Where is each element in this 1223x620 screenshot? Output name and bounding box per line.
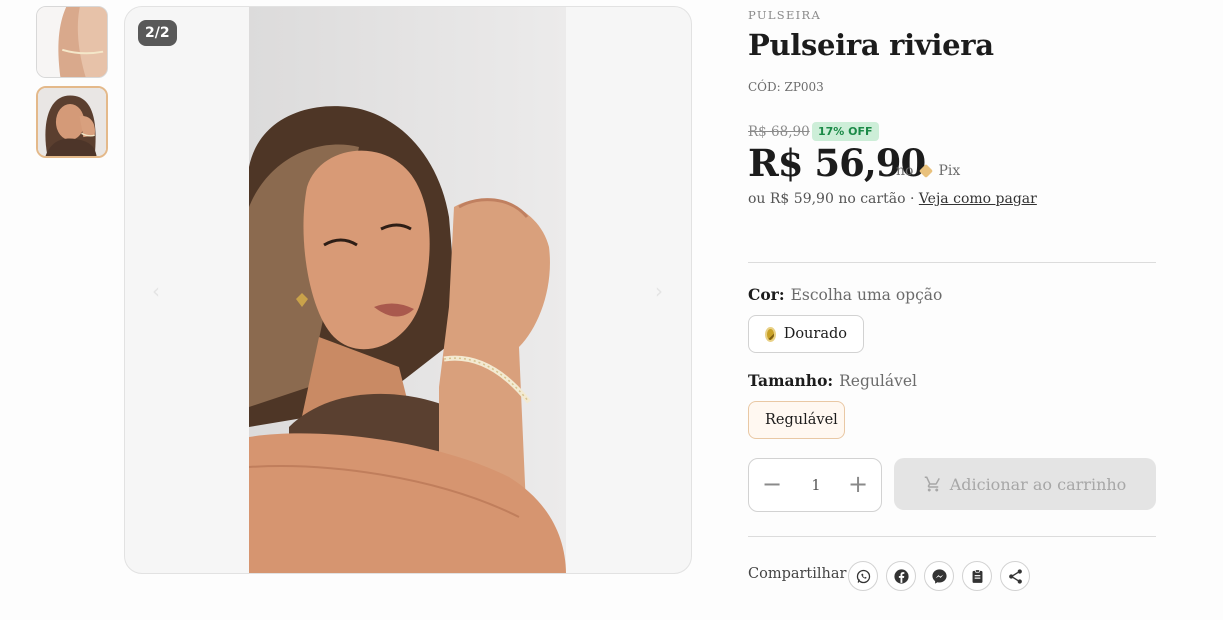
discount-badge: 17% OFF (812, 122, 879, 141)
payment-options-link[interactable]: Veja como pagar (919, 191, 1037, 207)
messenger-share-button[interactable] (924, 561, 954, 591)
whatsapp-icon (856, 569, 870, 583)
size-value: Regulável (839, 372, 917, 390)
product-photo (249, 7, 566, 573)
arm-bracelet-image (37, 7, 107, 77)
color-value: Escolha uma opção (790, 286, 943, 304)
woman-bracelet-image (38, 88, 106, 156)
more-share-button[interactable] (1000, 561, 1030, 591)
copy-link-button[interactable] (962, 561, 992, 591)
share-icon (1008, 568, 1022, 584)
card-price-text: ou R$ 59,90 no cartão · (748, 191, 915, 207)
pix-icon (919, 163, 934, 179)
messenger-icon (931, 568, 947, 584)
add-to-cart-button[interactable]: Adicionar ao carrinho (894, 458, 1156, 510)
product-code: CÓD: ZP003 (748, 80, 824, 94)
product-gallery: 2/2 ‹ › (124, 6, 692, 574)
product-title: Pulseira riviera (748, 28, 994, 62)
thumbnail-1[interactable] (36, 6, 108, 78)
divider (748, 536, 1156, 537)
size-chip-regulavel[interactable]: Regulável (748, 401, 845, 439)
pix-payment-note: no Pix (896, 163, 960, 179)
whatsapp-share-button[interactable] (848, 561, 878, 591)
gallery-prev-arrow-icon[interactable]: ‹ (145, 279, 167, 303)
divider (748, 262, 1156, 263)
image-counter: 2/2 (138, 20, 177, 46)
thumbnail-2[interactable] (36, 86, 108, 158)
facebook-share-button[interactable] (886, 561, 916, 591)
gold-swatch-icon (765, 326, 776, 342)
size-option-label: Tamanho: Regulável (748, 371, 917, 390)
clipboard-icon (972, 568, 982, 583)
woman-wearing-bracelet-image (249, 7, 566, 573)
old-price: R$ 68,90 (748, 124, 810, 140)
size-chip-label: Regulável (765, 412, 838, 428)
color-label: Cor: (748, 285, 785, 304)
quantity-minus-icon[interactable]: − (759, 472, 785, 498)
product-category: PULSEIRA (748, 8, 822, 22)
gallery-next-arrow-icon[interactable]: › (648, 279, 670, 303)
color-chip-label: Dourado (783, 326, 847, 342)
quantity-input[interactable] (789, 475, 843, 497)
share-label: Compartilhar (748, 566, 847, 582)
add-to-cart-label: Adicionar ao carrinho (949, 474, 1127, 494)
pix-prefix: no (896, 163, 914, 179)
quantity-plus-icon[interactable]: + (845, 472, 871, 498)
color-option-label: Cor: Escolha uma opção (748, 285, 942, 304)
cart-icon (924, 476, 940, 492)
color-chip-dourado[interactable]: Dourado (748, 315, 864, 353)
thumbnail-list (36, 6, 108, 166)
card-payment-note: ou R$ 59,90 no cartão · Veja como pagar (748, 191, 1037, 207)
quantity-stepper: − + (748, 458, 882, 512)
facebook-icon (893, 568, 909, 584)
pix-label: Pix (938, 163, 961, 179)
size-label: Tamanho: (748, 371, 834, 390)
